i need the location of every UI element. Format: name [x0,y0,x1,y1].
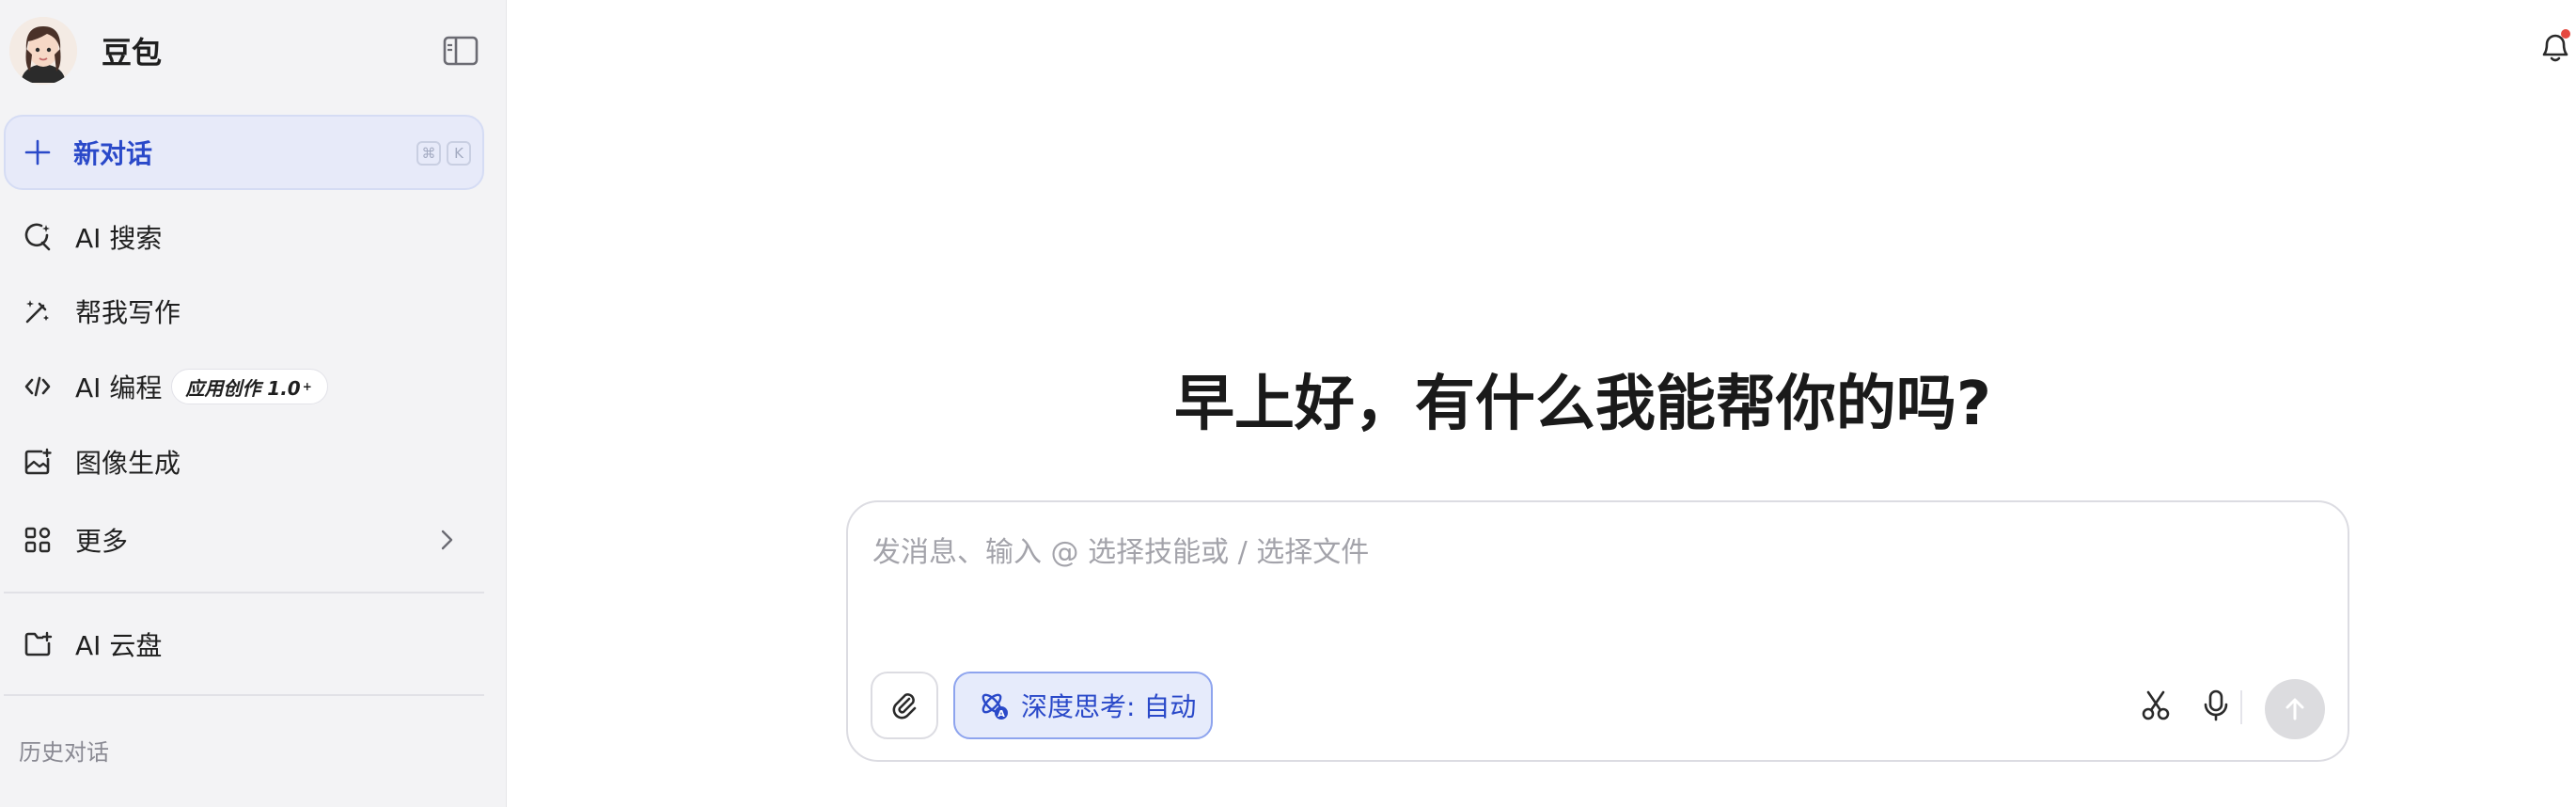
badge-text: 应用创作 1.0 [185,376,301,400]
sidebar-item-label: AI 搜索 [75,223,163,254]
greeting-text: 早上好，有什么我能帮你的吗? [1173,370,1992,439]
screenshot-button[interactable] [2129,679,2182,732]
shortcut-hint: ⌘ K [416,141,471,166]
image-plus-icon [21,445,55,479]
sidebar: 豆包 新对话 ⌘ K AI 搜索 帮我写作 AI 编程 应用创作 1.0 + 图… [0,0,507,807]
notification-dot [2561,29,2570,39]
feature-badge: 应用创作 1.0 + [171,369,328,404]
new-chat-button[interactable]: 新对话 ⌘ K [4,115,484,190]
microphone-icon [2204,689,2228,721]
sidebar-item-label: 更多 [75,526,129,557]
sidebar-toggle-icon [443,36,479,66]
atom-icon: A [982,693,1008,720]
sidebar-divider [4,592,484,593]
sidebar-divider [4,694,484,696]
sidebar-item-writing[interactable]: 帮我写作 [4,277,484,345]
notifications-button[interactable] [2537,26,2574,66]
deep-think-button[interactable]: A 深度思考: 自动 [953,672,1213,739]
sidebar-item-image-generation[interactable]: 图像生成 [4,428,484,496]
apps-grid-icon [21,523,55,557]
sidebar-item-ai-coding[interactable]: AI 编程 应用创作 1.0 + [4,353,484,420]
svg-text:A: A [997,709,1005,720]
paperclip-icon [892,693,917,720]
plus-icon [24,139,51,166]
main-area: 早上好，有什么我能帮你的吗? A 深度思考: 自动 [507,0,2576,807]
send-button[interactable] [2265,679,2325,739]
message-input[interactable] [872,529,2320,604]
avatar[interactable] [9,17,77,85]
shortcut-key: K [447,141,471,166]
voice-input-button[interactable] [2190,679,2242,732]
history-section-title: 历史对话 [19,739,109,766]
app-window: 豆包 新对话 ⌘ K AI 搜索 帮我写作 AI 编程 应用创作 1.0 + 图… [0,0,2576,807]
shortcut-key: ⌘ [416,141,441,166]
arrow-up-icon [2285,698,2304,720]
badge-mark: + [302,380,312,393]
sidebar-item-label: 帮我写作 [75,297,181,328]
brand: 豆包 [9,17,162,85]
message-composer: A 深度思考: 自动 [846,500,2349,762]
new-chat-label: 新对话 [73,138,153,169]
sidebar-item-ai-cloud-drive[interactable]: AI 云盘 [4,610,484,678]
search-sparkle-icon [21,220,55,254]
greeting-heading: 早上好，有什么我能帮你的吗? [507,356,2576,442]
sidebar-item-label: AI 编程 [75,372,163,404]
deep-think-label: 深度思考: 自动 [1021,691,1197,722]
brand-name: 豆包 [102,35,163,71]
sidebar-item-label: 图像生成 [75,448,181,479]
code-icon [21,370,55,404]
bell-icon [2542,29,2570,62]
sidebar-item-more[interactable]: 更多 [4,506,484,574]
attach-file-button[interactable] [871,672,938,739]
sidebar-item-label: AI 云盘 [75,630,163,661]
scissors-icon [2142,690,2170,720]
chevron-right-icon [441,530,453,550]
folder-plus-icon [21,627,55,661]
collapse-sidebar-button[interactable] [442,34,479,68]
toolbar-divider [2240,690,2242,724]
magic-pen-icon [21,294,55,328]
sidebar-item-ai-search[interactable]: AI 搜索 [4,203,484,271]
